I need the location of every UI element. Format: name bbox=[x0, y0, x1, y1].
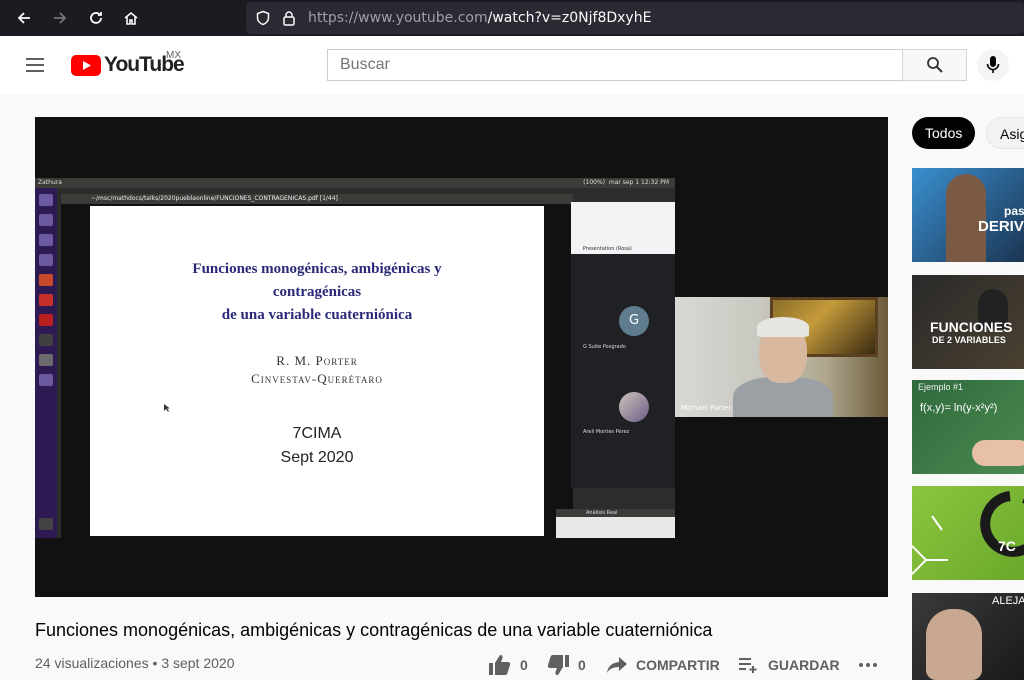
thumb-overlay-line1: 7C bbox=[998, 538, 1016, 554]
thumbs-up-icon bbox=[489, 655, 511, 675]
pdf-viewer-window: ~/msc/mathdocs/talks/2020pueblaonline/FU… bbox=[61, 194, 573, 538]
home-icon bbox=[124, 11, 138, 25]
mouse-cursor-icon bbox=[164, 404, 170, 412]
back-arrow-icon bbox=[17, 12, 30, 24]
chip-asig[interactable]: Asig bbox=[986, 117, 1024, 149]
dislike-button[interactable]: 0 bbox=[546, 654, 586, 676]
slide-date: Sept 2020 bbox=[280, 449, 354, 466]
url-path: /watch?v=z0Njf8DxyhE bbox=[487, 10, 652, 26]
save-button[interactable]: GUARDAR bbox=[738, 656, 840, 674]
participant-avatar-initial: G bbox=[619, 306, 649, 336]
like-count: 0 bbox=[520, 657, 528, 673]
speaker-hair bbox=[757, 317, 809, 337]
pdf-path: ~/msc/mathdocs/talks/2020pueblaonline/FU… bbox=[61, 194, 573, 204]
playlist-add-icon bbox=[739, 658, 757, 673]
shared-screen: Zathura (100%) mar sep 1 12:32 PM ~/msc/… bbox=[35, 178, 675, 538]
meet-toolbar: Presentation (Rosa) bbox=[571, 202, 675, 254]
save-label: GUARDAR bbox=[768, 657, 840, 673]
participant-name-0: G Suite Posgrado bbox=[583, 344, 626, 350]
like-button[interactable]: 0 bbox=[488, 654, 528, 676]
slide-title-line2: contragénicas bbox=[272, 284, 362, 300]
back-button[interactable] bbox=[12, 6, 36, 30]
recommendation-thumbnail-0[interactable]: pas DERIV bbox=[912, 168, 1024, 262]
home-button[interactable] bbox=[119, 6, 143, 30]
slide-title-line3: de una variable cuaterniónica bbox=[221, 307, 413, 323]
lock-icon[interactable] bbox=[282, 10, 296, 26]
participant-name-1: Areli Montes Pérez bbox=[583, 429, 630, 435]
desktop-battery: (100%) bbox=[583, 179, 606, 186]
chip-todos[interactable]: Todos bbox=[912, 117, 976, 149]
video-player[interactable]: Zathura (100%) mar sep 1 12:32 PM ~/msc/… bbox=[35, 117, 888, 597]
desktop-app-name: Zathura bbox=[38, 179, 62, 186]
recommendation-thumbnail-1[interactable]: FUNCIONES DE 2 VARIABLES bbox=[912, 275, 1024, 369]
thumb-overlay-line1: pas bbox=[1004, 204, 1024, 218]
more-horizontal-icon bbox=[859, 663, 877, 667]
reload-button[interactable] bbox=[84, 6, 108, 30]
slide-page: Funciones monogénicas, ambigénicas y con… bbox=[90, 206, 544, 536]
slide-event: 7CIMA bbox=[292, 425, 342, 442]
reload-icon bbox=[90, 12, 102, 24]
search-icon bbox=[926, 57, 943, 73]
thumb-overlay-line2: DERIV bbox=[978, 218, 1024, 235]
analisis-window-title: Análisis Real bbox=[556, 509, 675, 517]
analisis-window: Análisis Real bbox=[556, 509, 675, 538]
thumb-overlay-line2: f(x,y)= ln(y-x²y²) bbox=[920, 402, 998, 414]
cima-logo-icon bbox=[912, 491, 1024, 575]
country-code: MX bbox=[166, 50, 181, 61]
microphone-icon bbox=[986, 56, 1000, 73]
search-button[interactable] bbox=[902, 49, 967, 81]
participant-avatar-photo bbox=[619, 392, 649, 422]
meet-top-label: Presentation (Rosa) bbox=[583, 246, 632, 252]
share-label: COMPARTIR bbox=[636, 657, 720, 673]
webcam-feed: Michael Porter bbox=[675, 297, 888, 417]
forward-button[interactable] bbox=[48, 6, 72, 30]
url-text[interactable]: https://www.youtube.com/watch?v=z0Njf8Dx… bbox=[308, 10, 651, 26]
ubuntu-top-panel: Zathura (100%) mar sep 1 12:32 PM bbox=[35, 178, 675, 188]
recommendation-thumbnail-2[interactable]: Ejemplo #1 f(x,y)= ln(y-x²y²) bbox=[912, 380, 1024, 474]
thumb-overlay-line2: DE 2 VARIABLES bbox=[932, 335, 1006, 345]
webcam-name: Michael Porter bbox=[681, 404, 732, 412]
address-bar[interactable]: https://www.youtube.com/watch?v=z0Njf8Dx… bbox=[246, 2, 1024, 34]
slide-title-line1: Funciones monogénicas, ambigénicas y bbox=[192, 261, 442, 277]
desktop-clock: mar sep 1 12:32 PM bbox=[608, 179, 669, 186]
browser-toolbar: https://www.youtube.com/watch?v=z0Njf8Dx… bbox=[0, 0, 1024, 36]
person-figure bbox=[926, 609, 982, 680]
thumb-overlay-line1: ALEJA bbox=[992, 595, 1024, 607]
forward-arrow-icon bbox=[54, 12, 67, 24]
search-input[interactable]: Buscar bbox=[327, 49, 903, 81]
guide-menu-button[interactable] bbox=[26, 58, 46, 72]
dislike-count: 0 bbox=[578, 657, 586, 673]
share-button[interactable]: COMPARTIR bbox=[606, 656, 720, 674]
more-actions-button[interactable] bbox=[858, 662, 886, 668]
speaker-body bbox=[733, 377, 833, 417]
ubuntu-launcher bbox=[35, 188, 57, 538]
video-title: Funciones monogénicas, ambigénicas y con… bbox=[35, 620, 713, 640]
youtube-play-logo-icon bbox=[71, 54, 101, 76]
meet-participants-panel: Presentation (Rosa) G G Suite Posgrado A… bbox=[571, 202, 675, 488]
url-host: https://www.youtube.com bbox=[308, 10, 488, 26]
video-actions: 0 0 COMPARTIR GUARDAR bbox=[0, 655, 1024, 675]
thumb-overlay-line1: Ejemplo #1 bbox=[918, 382, 964, 392]
thumb-overlay-line1: FUNCIONES bbox=[930, 319, 1013, 335]
thumbs-down-icon bbox=[547, 655, 569, 675]
share-arrow-icon bbox=[607, 657, 627, 673]
slide-institution: Cinvestav-Querétaro bbox=[251, 371, 383, 386]
voice-search-button[interactable] bbox=[977, 49, 1009, 81]
shield-icon[interactable] bbox=[255, 10, 271, 26]
recommendation-thumbnail-3[interactable]: 7C bbox=[912, 486, 1024, 580]
hand-figure bbox=[972, 440, 1024, 466]
recommendation-thumbnail-4[interactable]: ALEJA bbox=[912, 593, 1024, 680]
slide-author: R. M. Porter bbox=[276, 353, 358, 368]
youtube-masthead: YouTube MX Buscar bbox=[0, 36, 1024, 94]
